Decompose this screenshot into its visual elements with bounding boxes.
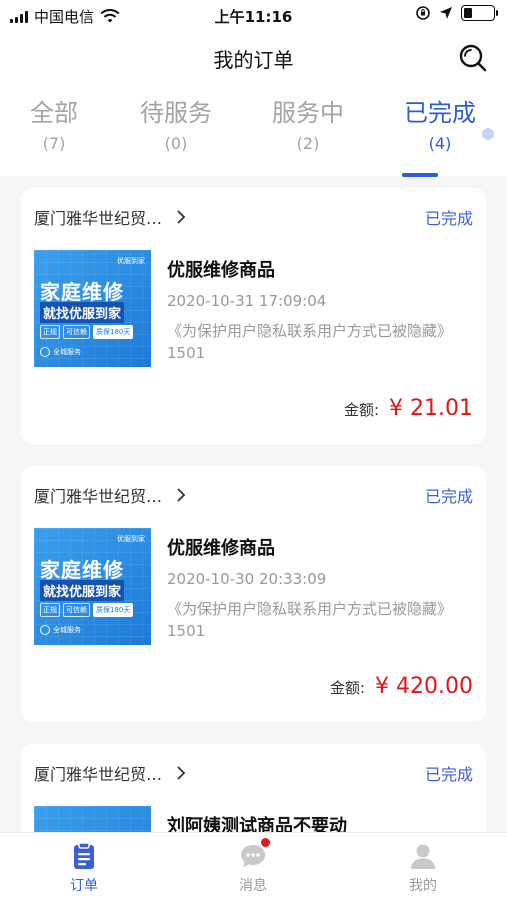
clipboard-icon [74,842,94,869]
order-card-header: 厦门雅华世纪贸… 已完成 [21,466,486,520]
status-bar: 中国电信 上午11:16 [0,0,507,30]
status-bar-right [415,5,498,21]
tabbar-item-orders[interactable]: 订单 [44,841,124,895]
page-title: 我的订单 [213,48,294,72]
tab-label: 全部 [30,99,78,127]
order-card[interactable]: 厦门雅华世纪贸… 已完成 优服到家 家庭维修 就找优服到家 正规 可信赖 质保1… [21,188,486,444]
thumbnail-brand: 优服到家 [117,257,145,265]
thumbnail-tag: 质保180天 [93,603,134,617]
tab-count: (0) [164,134,188,153]
order-amount: 金额: ¥ 420.00 [330,674,473,699]
tabbar-label: 订单 [70,878,98,894]
chevron-right-icon [177,210,186,224]
amount-value: ¥ 420.00 [375,674,473,699]
product-name: 优服维修商品 [167,260,275,281]
privacy-note: 《为保护用户隐私联系用户方式已被隐藏》1501 [167,322,453,362]
order-status-tabs: 全部 (7) 待服务 (0) 服务中 (2) 已完成 (4) [0,86,507,177]
shop-name: 厦门雅华世纪贸… [34,209,163,228]
privacy-note: 《为保护用户隐私联系用户方式已被隐藏》1501 [167,600,453,640]
thumbnail-tags: 正规 可信赖 质保180天 [40,325,134,339]
thumbnail-headline: 家庭维修 [40,558,124,582]
order-amount: 金额: ¥ 21.01 [344,396,473,421]
order-card[interactable]: 厦门雅华世纪贸… 已完成 优服到家 家庭维修 就找优服到家 正规 可信赖 质保1… [21,466,486,722]
orientation-lock-icon [416,6,430,20]
thumbnail-tag: 正规 [40,603,60,617]
chevron-right-icon [177,766,186,780]
phone-icon [40,347,50,357]
tab-completed[interactable]: 已完成 (4) [380,98,500,177]
amount-value: ¥ 21.01 [389,396,473,421]
order-date: 2020-10-30 20:33:09 [167,570,327,588]
thumbnail-tag: 可信赖 [63,325,90,339]
status-badge: 已完成 [424,209,473,228]
tab-count: (7) [42,134,66,153]
thumbnail-tag: 可信赖 [63,603,90,617]
shop-name: 厦门雅华世纪贸… [34,487,163,506]
thumbnail-footer-text: 全城服务 [53,348,81,356]
thumbnail-slogan: 就找优服到家 [40,580,125,601]
tabbar-label: 我的 [409,878,437,894]
unread-dot [261,838,270,847]
shop-link[interactable]: 厦门雅华世纪贸… [34,483,186,507]
shop-name: 厦门雅华世纪贸… [34,765,163,784]
order-card-header: 厦门雅华世纪贸… 已完成 [21,744,486,798]
thumbnail-footer: 全城服务 [40,625,81,635]
order-date: 2020-10-31 17:09:04 [167,292,327,310]
thumbnail-brand: 优服到家 [117,535,145,543]
thumbnail-tags: 正规 可信赖 质保180天 [40,603,134,617]
tabbar-label: 消息 [239,878,267,894]
chevron-right-icon [177,488,186,502]
tab-label: 待服务 [140,99,212,127]
search-icon[interactable] [457,42,489,74]
user-icon [411,844,435,869]
thumbnail-footer: 全城服务 [40,347,81,357]
tab-all[interactable]: 全部 (7) [0,98,114,153]
product-name: 优服维修商品 [167,538,275,559]
amount-label: 金额: [343,401,380,419]
thumbnail-headline: 家庭维修 [40,280,124,304]
product-thumbnail: 优服到家 家庭维修 就找优服到家 正规 可信赖 质保180天 全城服务 [34,250,151,367]
touch-indicator [482,128,494,140]
thumbnail-tag: 正规 [40,325,60,339]
battery-icon [461,5,498,21]
thumbnail-footer-text: 全城服务 [53,626,81,634]
bottom-tab-bar: 订单 消息 我的 [0,832,507,900]
shop-link[interactable]: 厦门雅华世纪贸… [34,205,186,229]
thumbnail-tag: 质保180天 [93,325,134,339]
order-card-header: 厦门雅华世纪贸… 已完成 [21,188,486,242]
location-icon [440,7,452,19]
tabbar-item-profile[interactable]: 我的 [383,841,463,895]
phone-icon [40,625,50,635]
tab-pending[interactable]: 待服务 (0) [116,98,236,153]
active-tab-indicator [402,173,438,177]
tab-label: 已完成 [404,99,476,127]
amount-label: 金额: [329,679,366,697]
thumbnail-slogan: 就找优服到家 [40,302,125,323]
status-badge: 已完成 [424,487,473,506]
tab-in-service[interactable]: 服务中 (2) [248,98,368,153]
shop-link[interactable]: 厦门雅华世纪贸… [34,761,186,785]
tab-label: 服务中 [272,99,344,127]
status-badge: 已完成 [424,765,473,784]
product-thumbnail: 优服到家 家庭维修 就找优服到家 正规 可信赖 质保180天 全城服务 [34,528,151,645]
tabbar-item-messages[interactable]: 消息 [213,838,293,895]
nav-bar: 我的订单 [0,30,507,86]
tab-count: (2) [296,134,320,153]
